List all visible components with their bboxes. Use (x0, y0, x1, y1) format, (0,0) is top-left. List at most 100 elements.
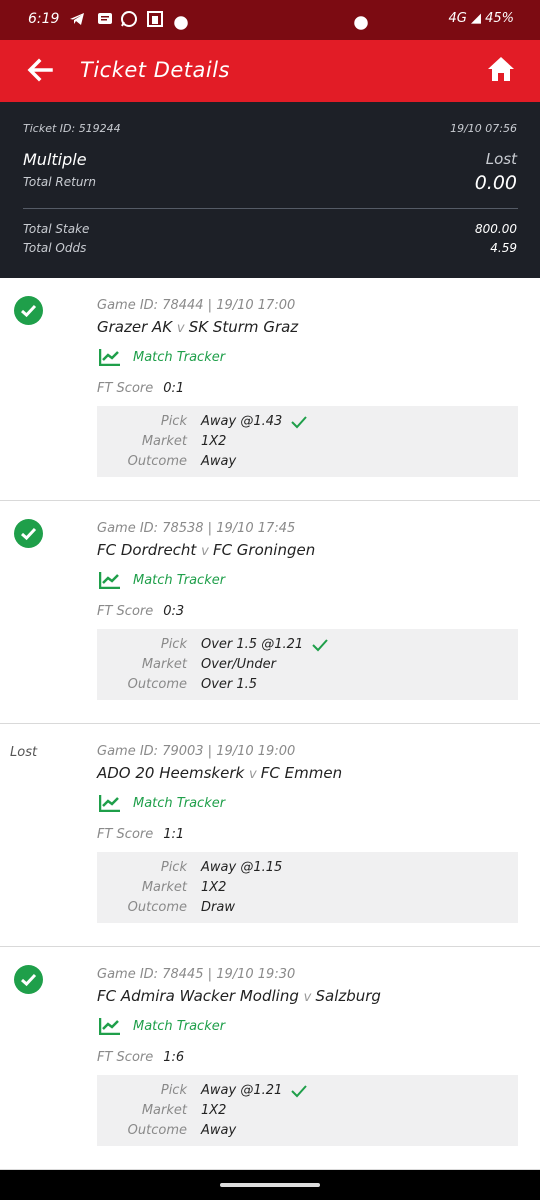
home-team: FC Dordrecht (97, 541, 197, 559)
game-id: Game ID: 79003 | 19/10 19:00 (97, 744, 296, 759)
home-icon[interactable] (486, 54, 516, 84)
game-lost-label: Lost (10, 745, 38, 760)
won-check-icon (14, 296, 43, 325)
versus-label: v (248, 767, 261, 782)
ft-score-label: FT Score (97, 604, 154, 619)
game-id: Game ID: 78444 | 19/10 17:00 (97, 298, 296, 313)
total-stake-value: 800.00 (475, 222, 517, 236)
outcome-value: Away (201, 454, 237, 469)
outcome-value: Over 1.5 (201, 677, 258, 692)
pick-details: Pick Away @1.21 Market 1X2 Outcome Away (97, 1075, 518, 1146)
market-label: Market (141, 880, 187, 895)
outcome-value: Away (201, 1123, 237, 1138)
ft-score: FT Score 0:3 (97, 604, 184, 619)
back-arrow-icon[interactable] (26, 56, 54, 84)
pick-label: Pick (160, 860, 187, 875)
game-card: Lost Game ID: 79003 | 19/10 19:00 ADO 20… (0, 724, 540, 947)
trend-chart-icon (99, 795, 120, 812)
away-team: FC Groningen (212, 541, 316, 559)
market-label: Market (141, 434, 187, 449)
status-bar: 6:19 4G ◢ 45% (0, 0, 540, 40)
pick-label: Pick (160, 414, 187, 429)
game-id: Game ID: 78538 | 19/10 17:45 (97, 521, 296, 536)
outcome-label: Outcome (127, 900, 187, 915)
whatsapp-icon (121, 11, 137, 27)
ft-score-label: FT Score (97, 381, 154, 396)
home-gesture-pill[interactable] (220, 1183, 320, 1187)
pick-value: Away @1.21 (201, 1083, 283, 1098)
away-team: FC Emmen (260, 764, 343, 782)
clock: 6:19 (28, 11, 60, 27)
won-check-icon (14, 519, 43, 548)
match-tracker-label: Match Tracker (133, 1019, 226, 1034)
home-team: Grazer AK (97, 318, 173, 336)
ticket-summary: Ticket ID: 519244 19/10 07:56 Multiple L… (0, 102, 540, 278)
trend-chart-icon (99, 1018, 120, 1035)
trend-chart-icon (99, 349, 120, 366)
ft-score-label: FT Score (97, 1050, 154, 1065)
total-return-label: Total Return (23, 175, 96, 189)
home-team: ADO 20 Heemskerk (97, 764, 245, 782)
ft-score-value: 1:1 (163, 827, 185, 842)
ft-score: FT Score 0:1 (97, 381, 184, 396)
match-teams[interactable]: FC Dordrecht v FC Groningen (97, 541, 315, 559)
won-check-icon (14, 965, 43, 994)
versus-label: v (303, 990, 316, 1005)
match-tracker-label: Match Tracker (133, 350, 226, 365)
ticket-result: Lost (485, 150, 517, 168)
away-team: SK Sturm Graz (188, 318, 299, 336)
notification-dot-icon (174, 16, 188, 30)
total-stake-label: Total Stake (23, 222, 90, 236)
pick-value: Over 1.5 @1.21 (201, 637, 304, 652)
game-id: Game ID: 78445 | 19/10 19:30 (97, 967, 296, 982)
outcome-label: Outcome (127, 1123, 187, 1138)
match-tracker-label: Match Tracker (133, 573, 226, 588)
ticket-datetime: 19/10 07:56 (450, 122, 517, 135)
match-tracker-label: Match Tracker (133, 796, 226, 811)
pick-details: Pick Away @1.43 Market 1X2 Outcome Away (97, 406, 518, 477)
notification-dot-icon (354, 16, 368, 30)
trend-chart-icon (99, 572, 120, 589)
ft-score: FT Score 1:6 (97, 1050, 184, 1065)
outcome-label: Outcome (127, 677, 187, 692)
market-value: 1X2 (201, 880, 227, 895)
total-return-value: 0.00 (474, 172, 517, 194)
home-team: FC Admira Wacker Modling (97, 987, 299, 1005)
pick-value: Away @1.43 (201, 414, 283, 429)
total-odds-label: Total Odds (23, 241, 87, 255)
divider (23, 208, 518, 209)
app-bar: Ticket Details (0, 40, 540, 102)
pick-label: Pick (160, 637, 187, 652)
page-title: Ticket Details (80, 58, 231, 82)
ft-score: FT Score 1:1 (97, 827, 184, 842)
market-value: 1X2 (201, 1103, 227, 1118)
gallery-icon (147, 11, 163, 27)
market-value: 1X2 (201, 434, 227, 449)
ft-score-label: FT Score (97, 827, 154, 842)
outcome-label: Outcome (127, 454, 187, 469)
message-icon (98, 13, 112, 24)
pick-label: Pick (160, 1083, 187, 1098)
match-teams[interactable]: FC Admira Wacker Modling v Salzburg (97, 987, 381, 1005)
game-card: Game ID: 78538 | 19/10 17:45 FC Dordrech… (0, 501, 540, 724)
match-teams[interactable]: ADO 20 Heemskerk v FC Emmen (97, 764, 342, 782)
pick-details: Pick Away @1.15 Market 1X2 Outcome Draw (97, 852, 518, 923)
market-label: Market (141, 657, 187, 672)
system-nav-bar (0, 1170, 540, 1200)
pick-won-tick-icon (291, 1085, 307, 1098)
market-value: Over/Under (201, 657, 276, 672)
ft-score-value: 1:6 (163, 1050, 185, 1065)
versus-label: v (176, 321, 189, 336)
outcome-value: Draw (201, 900, 235, 915)
total-odds-value: 4.59 (490, 241, 517, 255)
pick-won-tick-icon (312, 639, 328, 652)
pick-value: Away @1.15 (201, 860, 283, 875)
market-label: Market (141, 1103, 187, 1118)
network-battery-status: 4G ◢ 45% (448, 11, 514, 26)
pick-details: Pick Over 1.5 @1.21 Market Over/Under Ou… (97, 629, 518, 700)
game-card: Game ID: 78444 | 19/10 17:00 Grazer AK v… (0, 278, 540, 501)
telegram-icon (70, 13, 84, 25)
ticket-id: Ticket ID: 519244 (23, 122, 121, 135)
match-teams[interactable]: Grazer AK v SK Sturm Graz (97, 318, 298, 336)
away-team: Salzburg (315, 987, 381, 1005)
